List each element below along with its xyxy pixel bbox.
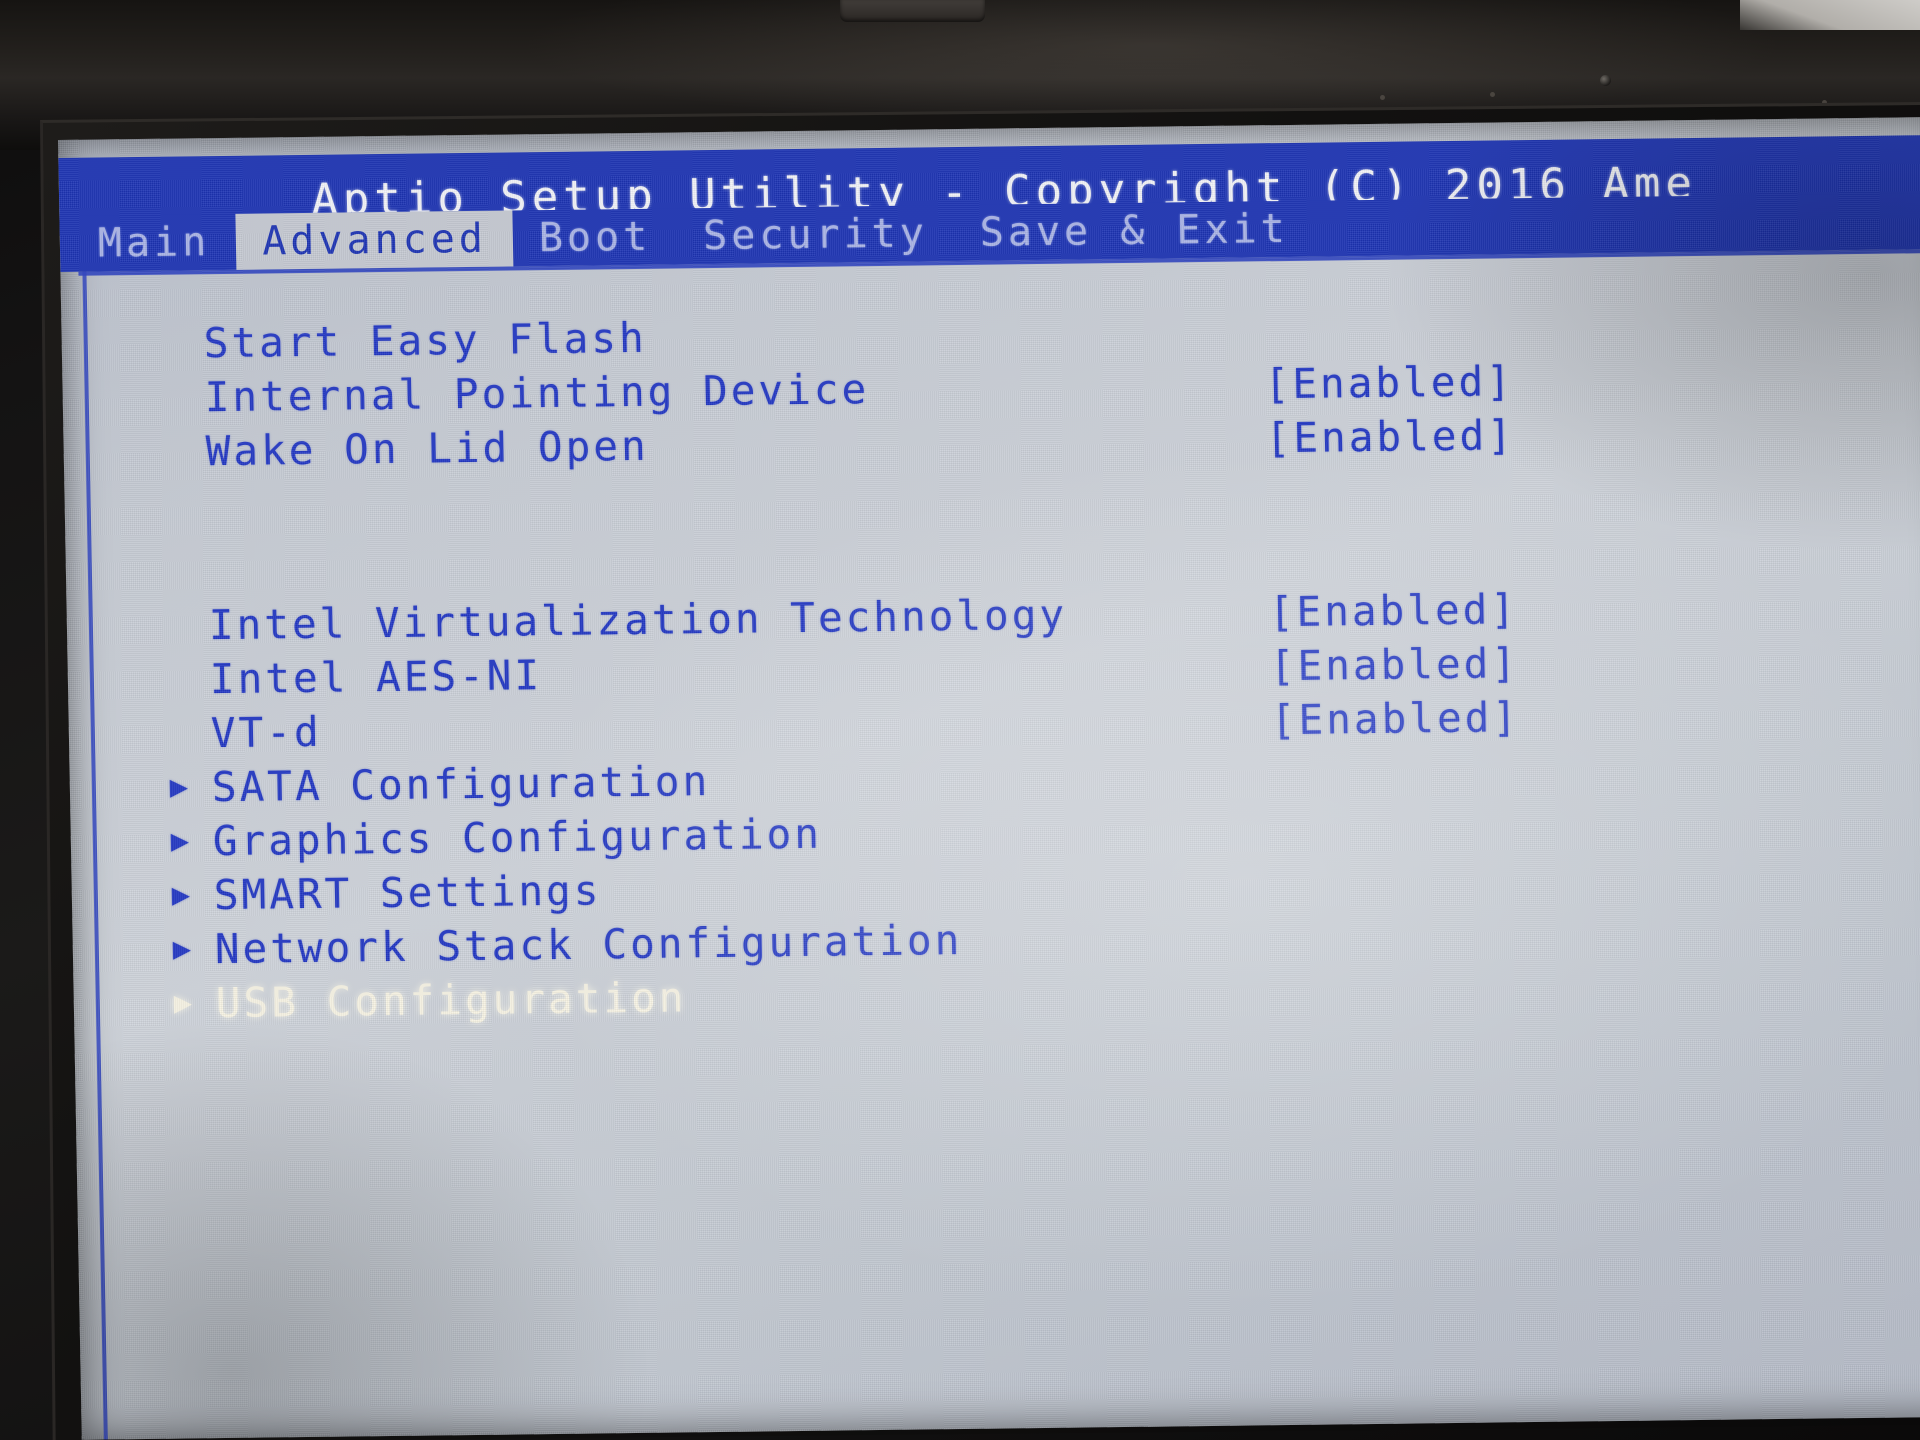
bezel-dot-mid bbox=[1490, 92, 1495, 97]
submenu-arrow-icon: ▶ bbox=[173, 985, 193, 1021]
bios-screen: Aptio Setup Utility - Copyright (C) 2016… bbox=[58, 116, 1920, 1440]
menu-item-value[interactable]: [Enabled] bbox=[1265, 411, 1515, 462]
tab-boot[interactable]: Boot bbox=[512, 208, 677, 266]
menu-item-value[interactable]: [Enabled] bbox=[1270, 693, 1520, 744]
submenu-arrow-icon bbox=[169, 733, 211, 734]
bezel-dot-left bbox=[1380, 95, 1385, 100]
tab-main[interactable]: Main bbox=[71, 214, 236, 272]
tab-advanced[interactable]: Advanced bbox=[235, 210, 514, 270]
submenu-arrow-icon: ▶ bbox=[172, 931, 192, 967]
menu-item-label: Intel AES-NI bbox=[209, 651, 543, 704]
menu-item-label: Network Stack Configuration bbox=[214, 916, 963, 974]
menu-item-value[interactable]: [Enabled] bbox=[1268, 585, 1518, 636]
menu-item-label: USB Configuration bbox=[215, 973, 687, 1028]
laptop-photo: Aptio Setup Utility - Copyright (C) 2016… bbox=[0, 0, 1920, 1440]
menu-item-label: Graphics Configuration bbox=[212, 809, 823, 866]
panel-left-divider bbox=[82, 271, 108, 1440]
background-wall bbox=[1740, 0, 1920, 30]
menu-item-label: SMART Settings bbox=[213, 866, 602, 920]
menu-spacer bbox=[164, 457, 1920, 598]
tab-save-exit[interactable]: Save & Exit bbox=[953, 201, 1315, 261]
menu-item-label: Wake On Lid Open bbox=[205, 421, 650, 476]
webcam-icon bbox=[1600, 75, 1611, 86]
submenu-arrow-icon bbox=[168, 679, 210, 680]
menu-item-label: Start Easy Flash bbox=[203, 313, 648, 368]
tab-security[interactable]: Security bbox=[677, 205, 955, 264]
menu-item-label: SATA Configuration bbox=[211, 757, 711, 812]
menu-item-value[interactable]: [Enabled] bbox=[1269, 639, 1519, 690]
menu-item-label: Internal Pointing Device bbox=[204, 365, 870, 422]
submenu-arrow-icon: ▶ bbox=[170, 823, 190, 859]
submenu-arrow-icon: ▶ bbox=[171, 877, 191, 913]
submenu-arrow-icon bbox=[167, 625, 209, 626]
submenu-arrow-icon: ▶ bbox=[169, 769, 189, 805]
settings-list: Start Easy Flash Internal Pointing Devic… bbox=[161, 295, 1920, 1030]
bios-content-panel: Start Easy Flash Internal Pointing Devic… bbox=[60, 249, 1920, 1440]
submenu-arrow-icon bbox=[164, 451, 206, 452]
lid-hinge-notch bbox=[840, 0, 985, 22]
menu-item-label: VT-d bbox=[210, 707, 323, 758]
submenu-arrow-icon bbox=[163, 397, 205, 398]
menu-item-value[interactable]: [Enabled] bbox=[1264, 357, 1514, 408]
menu-item-label: Intel Virtualization Technology bbox=[208, 590, 1068, 650]
submenu-arrow-icon bbox=[162, 343, 204, 344]
